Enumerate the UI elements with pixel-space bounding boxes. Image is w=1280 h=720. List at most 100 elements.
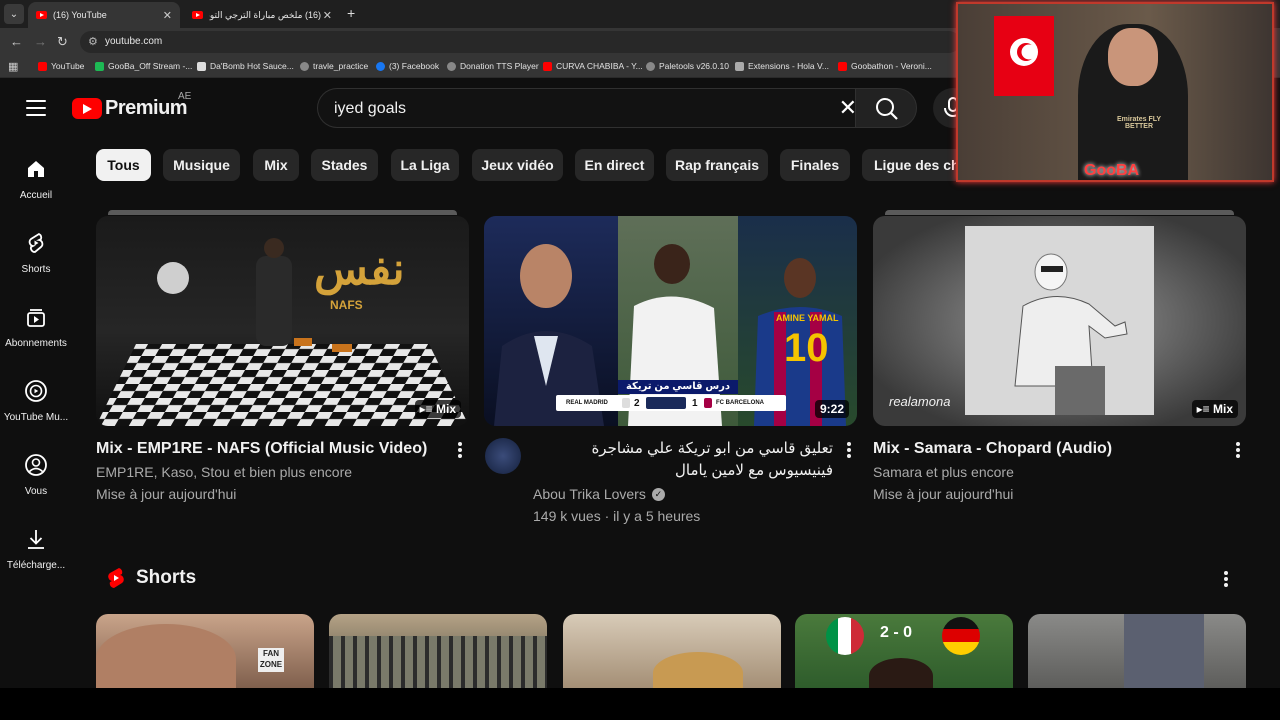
globe-icon: [300, 61, 309, 71]
chip-french-rap[interactable]: Rap français: [666, 149, 768, 181]
shorts-section-title: Shorts: [136, 567, 197, 588]
face-art: [96, 624, 236, 694]
channel-avatar[interactable]: [485, 438, 521, 474]
screen-bottom-letterbox: [0, 688, 1280, 720]
channel-name[interactable]: Abou Trika Lovers: [533, 483, 646, 505]
verified-check-icon: ✓: [651, 487, 665, 501]
streamer-webcam: Emirates FLY BETTER GooBA: [956, 2, 1274, 182]
more-actions-icon[interactable]: [1236, 442, 1240, 460]
chip-stadiums[interactable]: Stades: [311, 149, 378, 181]
country-code: AE: [178, 91, 192, 102]
mix-playlist-icon: ▸≡: [1196, 402, 1213, 416]
sidebar-item-label: Vous: [24, 486, 48, 497]
match-clock: [646, 397, 686, 409]
video-title[interactable]: Mix - EMP1RE - NAFS (Official Music Vide…: [96, 438, 446, 460]
youtube-premium-logo[interactable]: Premium AE: [72, 91, 191, 120]
bookmark-label: (3) Facebook: [389, 61, 440, 71]
barcelona-crest-icon: [704, 398, 712, 408]
thumbnail-title: NAFS: [330, 298, 363, 312]
bookmark-item[interactable]: YouTube: [38, 61, 84, 71]
video-title[interactable]: Mix - Samara - Chopard (Audio): [873, 438, 1223, 460]
chip-champions-league[interactable]: Ligue des ch: [862, 149, 962, 181]
badge-label: Mix: [1212, 402, 1233, 416]
short-thumbnail[interactable]: [1028, 614, 1246, 694]
chip-la-liga[interactable]: La Liga: [391, 149, 459, 181]
bookmark-item[interactable]: CURVA CHABIBA - Y...: [543, 61, 643, 71]
shorts-more-icon[interactable]: [1224, 571, 1228, 589]
streamer-neon-logo: GooBA: [1084, 162, 1140, 179]
video-thumbnail[interactable]: نفس NAFS ▸≡ Mix: [96, 216, 469, 426]
youtube-favicon-icon: [838, 61, 847, 71]
close-tab-icon[interactable]: ✕: [163, 9, 172, 22]
duration-badge: 9:22: [814, 400, 849, 418]
sidebar-item-you[interactable]: Vous: [0, 453, 72, 497]
video-thumbnail[interactable]: realamona ▸≡ Mix: [873, 216, 1246, 426]
short-thumbnail[interactable]: [563, 614, 781, 694]
tab-youtube[interactable]: (16) YouTube ✕: [28, 2, 180, 28]
video-thumbnail[interactable]: AMINE YAMAL 10 درس قاسي من تريكة REAL MA…: [484, 216, 857, 426]
close-tab-icon[interactable]: ✕: [323, 9, 332, 22]
back-icon[interactable]: ←: [10, 34, 23, 49]
bookmark-item[interactable]: Da'Bomb Hot Sauce...: [197, 61, 294, 71]
sidebar-item-subscriptions[interactable]: Abonnements: [0, 305, 72, 349]
search-input[interactable]: iyed goals ✕: [317, 88, 867, 128]
bookmark-item[interactable]: (3) Facebook: [376, 61, 439, 71]
chip-live[interactable]: En direct: [575, 149, 654, 181]
sidebar-item-youtube-music[interactable]: YouTube Mu...: [0, 379, 72, 423]
logo-text: Premium: [105, 97, 188, 119]
sidebar-item-home[interactable]: Accueil: [0, 157, 72, 201]
bookmark-item[interactable]: Extensions - Hola V...: [735, 61, 829, 71]
chip-music[interactable]: Musique: [163, 149, 240, 181]
site-info-icon[interactable]: ⚙: [88, 35, 98, 48]
tab-search-button[interactable]: ⌄: [4, 4, 24, 24]
video-channels[interactable]: EMP1RE, Kaso, Stou et bien plus encore: [96, 461, 352, 483]
chip-mix[interactable]: Mix: [253, 149, 299, 181]
tab-tunis-match[interactable]: (16) ملخص مباراة الترجي التونس... ✕: [184, 2, 340, 28]
youtube-favicon-icon: [192, 11, 203, 19]
video-channels[interactable]: Samara et plus encore: [873, 461, 1014, 483]
fan-zone-logo: FAN ZONE: [258, 648, 284, 672]
youtube-favicon-icon: [38, 61, 47, 71]
video-title[interactable]: تعليق قاسي من ابو تريكة علي مشاجرة فينيس…: [533, 438, 833, 482]
mix-badge: ▸≡ Mix: [1191, 400, 1238, 418]
sidebar-item-label: Accueil: [19, 190, 53, 201]
real-madrid-crest-icon: [622, 398, 630, 408]
away-score: 1: [692, 397, 698, 409]
bookmark-label: CURVA CHABIBA - Y...: [556, 61, 643, 71]
bookmark-item[interactable]: GooBa_Off Stream -...: [95, 61, 192, 71]
mix-playlist-icon: ▸≡: [419, 402, 436, 416]
thumbnail-watermark: realamona: [889, 394, 951, 409]
shorts-icon: [28, 232, 44, 253]
chip-all[interactable]: Tous: [96, 149, 151, 181]
search-button[interactable]: [855, 88, 917, 128]
chip-finals[interactable]: Finales: [780, 149, 850, 181]
short-thumbnail[interactable]: 2 - 0: [795, 614, 1013, 694]
bookmark-item[interactable]: Goobathon - Veroni...: [838, 61, 932, 71]
bookmark-label: Donation TTS Player: [460, 61, 539, 71]
short-thumbnail[interactable]: [329, 614, 547, 694]
arabic-banner: درس قاسي من تريكة: [618, 380, 738, 394]
apps-grid-icon[interactable]: ▦: [8, 60, 18, 73]
forward-icon[interactable]: →: [34, 34, 47, 49]
sidebar-item-label: YouTube Mu...: [3, 412, 69, 423]
menu-icon[interactable]: [26, 100, 46, 116]
user-icon: [25, 454, 47, 476]
home-icon: [28, 161, 44, 177]
more-actions-icon[interactable]: [458, 442, 462, 460]
shirt-art: [1124, 614, 1204, 694]
away-team: FC BARCELONA: [716, 400, 764, 406]
short-thumbnail[interactable]: FAN ZONE: [96, 614, 314, 694]
bookmark-item[interactable]: Donation TTS Player: [447, 61, 539, 71]
bookmark-item[interactable]: travle_practice: [300, 61, 368, 71]
sidebar-item-downloads[interactable]: Télécharge...: [0, 527, 72, 571]
reload-icon[interactable]: ↻: [57, 34, 68, 50]
mix-badge: ▸≡ Mix: [414, 400, 461, 418]
bookmark-item[interactable]: Paletools v26.0.10: [646, 61, 729, 71]
tab-title: (16) ملخص مباراة الترجي التونس...: [209, 9, 321, 20]
sidebar-item-shorts[interactable]: Shorts: [0, 231, 72, 275]
new-tab-button[interactable]: +: [347, 5, 355, 21]
subscriptions-icon: [27, 309, 45, 327]
address-bar[interactable]: ⚙ youtube.com: [80, 31, 960, 53]
chip-video-games[interactable]: Jeux vidéo: [472, 149, 563, 181]
more-actions-icon[interactable]: [847, 442, 851, 460]
